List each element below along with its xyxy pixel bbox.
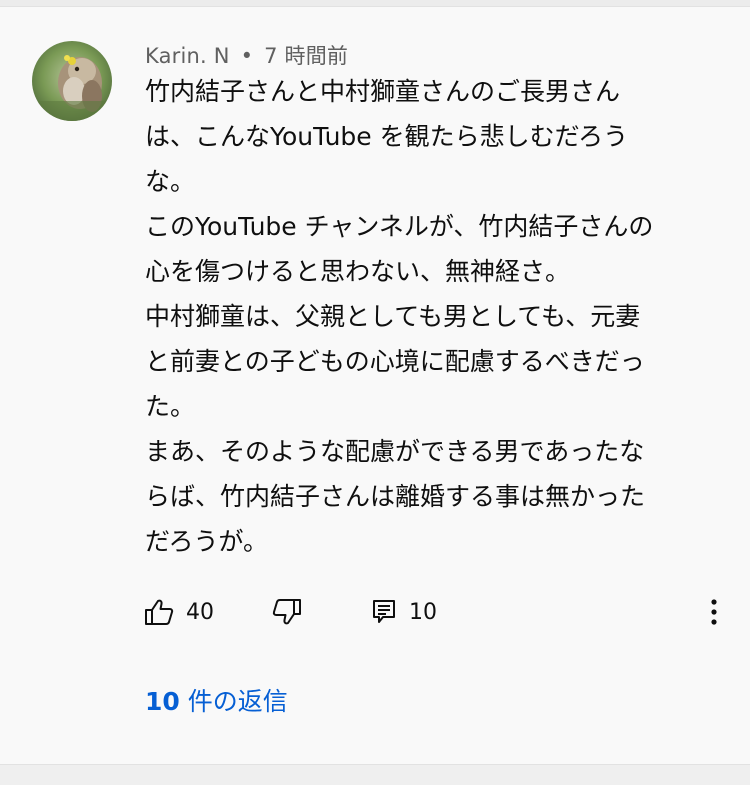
author-name[interactable]: Karin. N bbox=[145, 44, 230, 68]
comment-line: まあ、そのような配慮ができる男であったな bbox=[145, 437, 645, 466]
comment-line: 竹内結子さんと中村獅童さんのご長男さん bbox=[145, 77, 621, 106]
replies-number: 10 bbox=[145, 687, 180, 716]
replies-label: 件の返信 bbox=[179, 687, 288, 716]
comment-line: このYouTube チャンネルが、竹内結子さんの bbox=[145, 212, 654, 241]
timestamp[interactable]: 7 時間前 bbox=[264, 44, 348, 68]
dislike-button[interactable] bbox=[272, 592, 302, 632]
avatar[interactable] bbox=[32, 41, 112, 121]
comment-meta: Karin. N • 7 時間前 bbox=[145, 40, 348, 70]
more-vert-icon bbox=[711, 599, 717, 625]
comment-line: 中村獅童は、父親としても男としても、元妻 bbox=[145, 302, 641, 331]
comment-body: 竹内結子さんと中村獅童さんのご長男さん は、こんなYouTube を観たら悲しむ… bbox=[145, 69, 725, 564]
comment-actions: 40 10 bbox=[0, 592, 750, 632]
like-count: 40 bbox=[186, 599, 214, 625]
meta-separator: • bbox=[240, 44, 254, 68]
comment-line: らば、竹内結子さんは離婚する事は無かった bbox=[145, 482, 646, 511]
comment-line: だろうが。 bbox=[145, 527, 269, 556]
comment-line: は、こんなYouTube を観たら悲しむだろう bbox=[145, 122, 629, 151]
reply-button[interactable]: 10 bbox=[371, 592, 437, 632]
view-replies-link[interactable]: 10 件の返信 bbox=[145, 682, 288, 718]
more-options-button[interactable] bbox=[700, 592, 728, 632]
like-button[interactable]: 40 bbox=[144, 592, 214, 632]
reply-count: 10 bbox=[409, 599, 437, 625]
comment-line: と前妻との子どもの心境に配慮するべきだっ bbox=[145, 347, 645, 376]
comment-line: 心を傷つけると思わない、無神経さ。 bbox=[145, 257, 571, 286]
thumb-up-icon bbox=[145, 599, 174, 625]
avatar-image bbox=[32, 41, 112, 121]
comment-icon bbox=[373, 600, 395, 623]
bottom-divider bbox=[0, 764, 750, 785]
top-divider bbox=[0, 0, 750, 7]
thumb-down-icon bbox=[272, 599, 301, 625]
comment-line: な。 bbox=[145, 167, 196, 196]
comment-line: た。 bbox=[145, 392, 196, 421]
